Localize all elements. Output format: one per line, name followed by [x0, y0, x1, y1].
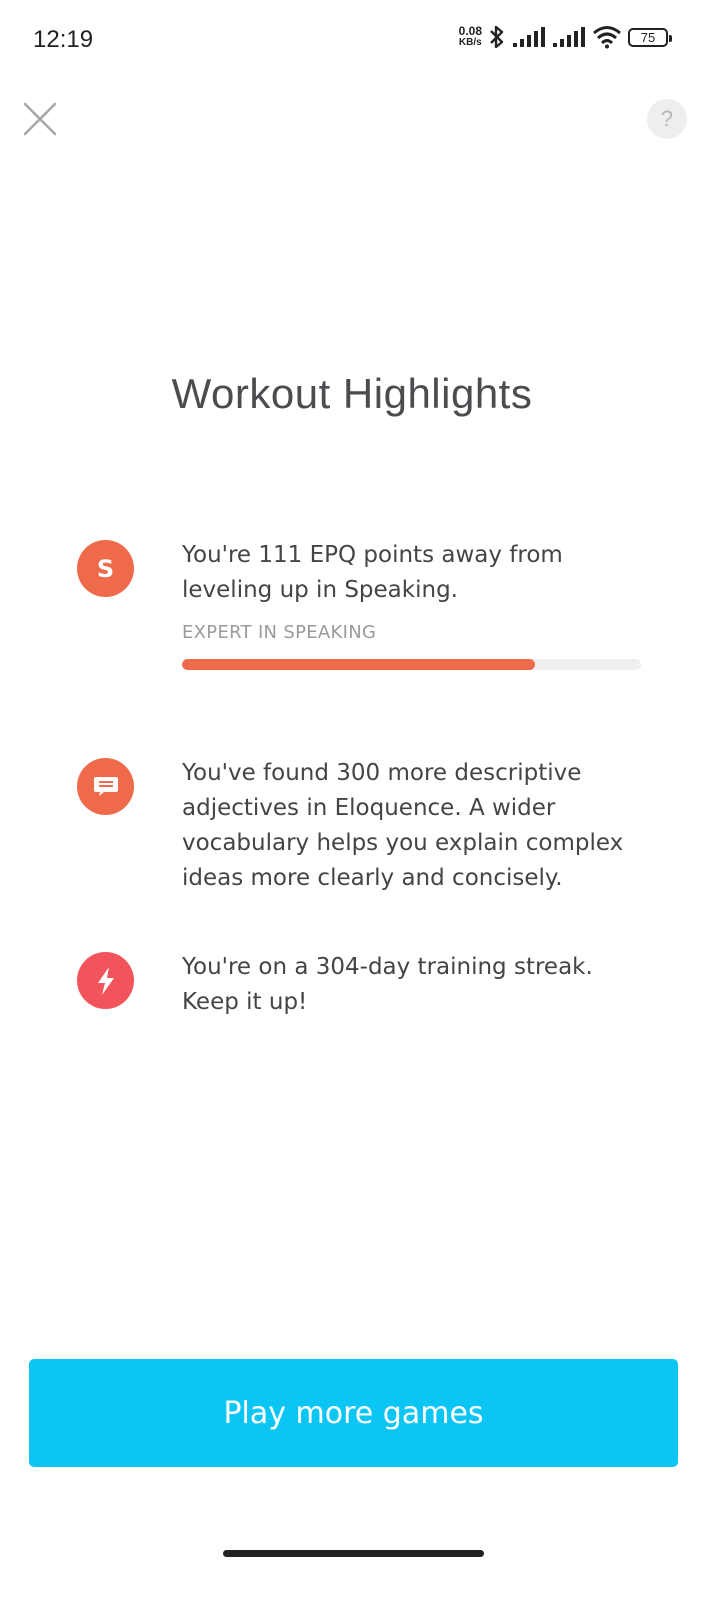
- highlight-body: You're 111 EPQ points away from leveling…: [182, 538, 652, 670]
- signal-icon: [553, 27, 585, 47]
- wifi-icon: [593, 26, 621, 49]
- s-badge-icon: S: [77, 540, 134, 597]
- close-button[interactable]: [22, 101, 58, 137]
- network-speed-value: 0.08: [458, 24, 482, 38]
- status-time: 12:19: [33, 26, 94, 53]
- status-icons: 0.08 KB/s 75: [458, 24, 672, 50]
- network-speed: 0.08 KB/s: [458, 24, 482, 48]
- highlight-text: You're 111 EPQ points away from leveling…: [182, 542, 563, 603]
- lightning-icon: [77, 952, 134, 1009]
- page-title: Workout Highlights: [171, 370, 533, 417]
- bluetooth-icon: [490, 25, 504, 49]
- battery-level: 75: [640, 29, 656, 45]
- status-bar: 12:19 0.08 KB/s 75: [0, 0, 720, 80]
- highlight-body: You're on a 304-day training streak. Kee…: [182, 950, 652, 1020]
- lightning-glyph: [97, 966, 114, 995]
- close-icon: [23, 102, 57, 136]
- play-more-games-label: Play more games: [223, 1395, 484, 1431]
- signal-icon: [513, 27, 545, 47]
- s-badge-letter: S: [96, 554, 115, 583]
- help-icon: ?: [660, 106, 674, 131]
- help-button[interactable]: ?: [647, 99, 687, 139]
- highlight-body: You've found 300 more descriptive adject…: [182, 756, 652, 896]
- level-progress-fill: [182, 659, 536, 670]
- highlight-text: You've found 300 more descriptive adject…: [182, 760, 624, 891]
- level-label: EXPERT IN SPEAKING: [182, 622, 377, 643]
- home-indicator[interactable]: [223, 1550, 484, 1557]
- battery-icon: 75: [628, 27, 672, 47]
- speech-bubble-icon: [77, 758, 134, 815]
- highlight-text: You're on a 304-day training streak. Kee…: [182, 954, 593, 1015]
- level-progress-bar: [182, 659, 641, 670]
- play-more-games-button[interactable]: Play more games: [29, 1359, 678, 1467]
- speech-bubble-glyph: [93, 776, 118, 796]
- network-speed-unit: KB/s: [458, 37, 482, 48]
